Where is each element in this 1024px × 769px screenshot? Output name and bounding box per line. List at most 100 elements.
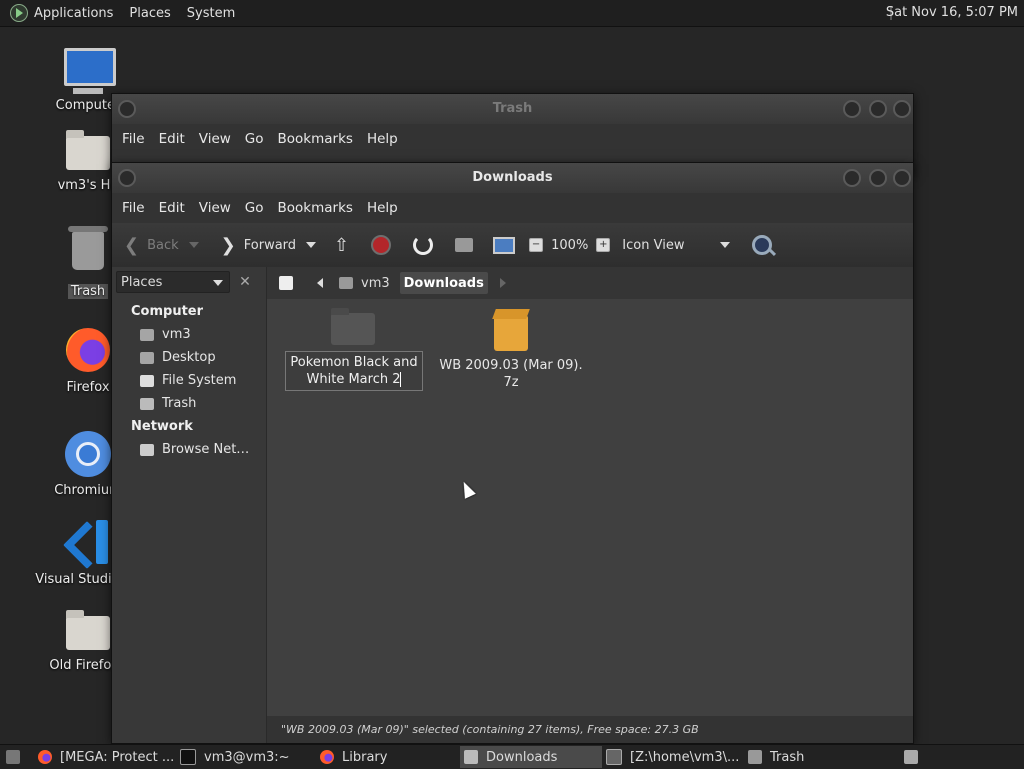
drive-icon: [140, 374, 154, 387]
menu-system[interactable]: System: [187, 6, 235, 21]
window-title: Downloads: [472, 170, 553, 185]
firefox-icon: [38, 750, 52, 764]
up-button[interactable]: ⇧: [334, 235, 349, 256]
zoom-level[interactable]: 100%: [551, 238, 588, 253]
close-icon[interactable]: [893, 169, 911, 187]
task-downloads[interactable]: Downloads: [460, 746, 602, 768]
menu-bookmarks[interactable]: Bookmarks: [278, 131, 353, 147]
toolbar: ❮ Back ❯ Forward ⇧ − 100% + Icon View: [112, 223, 913, 268]
task-trash[interactable]: Trash: [744, 746, 884, 768]
computer-button[interactable]: [493, 236, 516, 254]
stop-button[interactable]: [371, 235, 392, 255]
menu-go[interactable]: Go: [245, 200, 264, 216]
menu-view[interactable]: View: [199, 131, 231, 147]
sidebar-item-desktop[interactable]: Desktop: [140, 350, 216, 365]
task-terminal[interactable]: vm3@vm3:~: [176, 746, 316, 768]
back-label: Back: [147, 237, 179, 253]
sidebar-item-label: Trash: [162, 396, 197, 411]
view-mode-label: Icon View: [622, 237, 685, 253]
clock[interactable]: Sat Nov 16, 5:07 PM: [886, 0, 1018, 26]
zoom-in-icon[interactable]: +: [596, 238, 611, 252]
chevron-left-icon: [317, 278, 323, 288]
path-scroll-left-button[interactable]: [313, 272, 327, 294]
menu-help[interactable]: Help: [367, 131, 398, 147]
archive-icon: [494, 315, 528, 351]
menu-file[interactable]: File: [122, 200, 145, 216]
sidebar-selector[interactable]: Places: [116, 271, 230, 293]
sidebar-item-label: Desktop: [162, 350, 216, 365]
sidebar-selector-label: Places: [121, 274, 163, 290]
menu-places[interactable]: Places: [129, 6, 170, 21]
task-label: vm3@vm3:~: [204, 749, 290, 765]
back-history-dropdown-icon[interactable]: [188, 242, 199, 248]
chevron-down-icon: [213, 280, 223, 286]
menu-go[interactable]: Go: [245, 131, 264, 147]
forward-button[interactable]: ❯ Forward: [221, 235, 317, 256]
vscode-icon: [64, 520, 112, 568]
menu-edit[interactable]: Edit: [159, 200, 185, 216]
chevron-down-icon: [720, 242, 731, 248]
distro-logo-icon[interactable]: [10, 4, 28, 22]
menu-help[interactable]: Help: [367, 200, 398, 216]
window-menu-icon[interactable]: [118, 169, 136, 187]
sidebar-item-filesystem[interactable]: File System: [140, 373, 236, 388]
reload-icon: [413, 235, 434, 255]
menu-edit[interactable]: Edit: [159, 131, 185, 147]
home-button[interactable]: [455, 238, 474, 252]
maximize-icon[interactable]: [869, 100, 887, 118]
file-view[interactable]: Pokemon Black and White March 2 WB 2009.…: [267, 299, 913, 716]
task-library[interactable]: Library: [316, 746, 460, 768]
maximize-icon[interactable]: [869, 169, 887, 187]
menu-applications[interactable]: Applications: [34, 6, 113, 21]
forward-history-dropdown-icon[interactable]: [306, 242, 317, 248]
close-icon[interactable]: [893, 100, 911, 118]
file-item-archive[interactable]: WB 2009.03 (Mar 09). 7z: [436, 313, 586, 391]
breadcrumb-downloads[interactable]: Downloads: [399, 272, 488, 294]
downloads-window[interactable]: Downloads File Edit View Go Bookmarks He…: [111, 162, 914, 744]
sidebar-item-label: File System: [162, 373, 237, 388]
menu-bookmarks[interactable]: Bookmarks: [278, 200, 353, 216]
workspace-icon: [904, 750, 918, 764]
path-scroll-right-button[interactable]: [496, 272, 510, 294]
view-mode-select[interactable]: Icon View: [622, 237, 731, 253]
sidebar-close-icon[interactable]: ✕: [236, 273, 254, 291]
task-label: [MEGA: Protect ...: [60, 749, 175, 765]
text-caret: [400, 372, 402, 387]
task-mega[interactable]: [MEGA: Protect ...: [34, 746, 176, 768]
toggle-location-entry-button[interactable]: [275, 272, 297, 294]
reload-button[interactable]: [413, 235, 434, 255]
file-item-folder[interactable]: Pokemon Black and White March 2: [285, 308, 423, 391]
trash-icon: [64, 226, 112, 280]
sidebar-item-trash[interactable]: Trash: [140, 396, 196, 411]
rename-input[interactable]: Pokemon Black and White March 2: [285, 351, 423, 391]
minimize-icon[interactable]: [843, 169, 861, 187]
file-name-line: White March 2: [306, 372, 401, 387]
task-label: [Z:\home\vm3\...: [630, 749, 740, 765]
trash-titlebar[interactable]: Trash: [112, 94, 913, 124]
menu-view[interactable]: View: [199, 200, 231, 216]
back-button[interactable]: ❮ Back: [124, 235, 199, 256]
task-7zip[interactable]: [Z:\home\vm3\...: [602, 746, 744, 768]
downloads-titlebar[interactable]: Downloads: [112, 163, 913, 193]
workspace-switcher[interactable]: [900, 746, 928, 768]
desktop-icon-label: Trash: [67, 284, 109, 299]
top-panel: Applications Places System Sat Nov 16, 5…: [0, 0, 1024, 27]
up-arrow-icon: ⇧: [334, 234, 350, 256]
show-desktop-button[interactable]: [0, 746, 30, 768]
search-button[interactable]: [752, 235, 773, 255]
sidebar-item-browse-network[interactable]: Browse Net…: [140, 442, 249, 457]
task-label: Downloads: [486, 749, 558, 765]
home-folder-icon: [140, 328, 154, 341]
breadcrumb-label: Downloads: [403, 275, 484, 291]
menu-file[interactable]: File: [122, 131, 145, 147]
sidebar-item-vm3[interactable]: vm3: [140, 327, 191, 342]
breadcrumb-vm3[interactable]: vm3: [335, 272, 394, 294]
zoom-out-icon[interactable]: −: [529, 238, 544, 252]
status-bar: "WB 2009.03 (Mar 09)" selected (containi…: [267, 716, 913, 743]
window-title: Trash: [492, 101, 533, 116]
taskbar: [MEGA: Protect ... vm3@vm3:~ Library Dow…: [0, 744, 1024, 769]
window-menu-icon[interactable]: [118, 100, 136, 118]
terminal-icon: [180, 749, 196, 765]
minimize-icon[interactable]: [843, 100, 861, 118]
7zip-icon: [606, 749, 622, 765]
